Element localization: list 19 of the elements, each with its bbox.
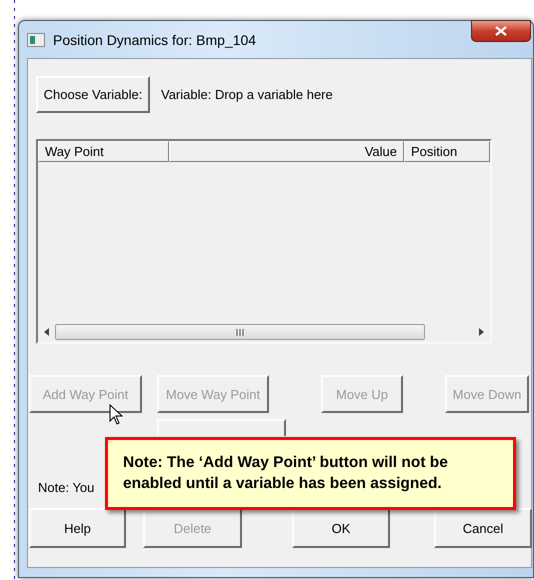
column-header[interactable]: Value [169,141,404,162]
dialog-button[interactable]: Cancel [434,508,532,548]
scrollbar-thumb[interactable] [55,324,425,340]
note-text: Note: You [38,480,94,495]
choose-variable-button[interactable]: Choose Variable: [36,76,150,113]
scroll-left-icon [44,328,49,336]
window-icon [27,32,45,46]
dialog-button[interactable]: Help [29,508,126,548]
scroll-right-icon [479,328,484,336]
column-header[interactable]: Position [404,141,490,162]
close-icon [495,26,507,36]
dialog-button[interactable]: OK [292,508,390,548]
variable-label: Variable: Drop a variable here [161,87,333,102]
note-tooltip: Note: The ‘Add Way Point’ button will not be enabled until a variable has been assigned. [105,437,516,510]
grip-icon [236,328,244,336]
cursor-icon [109,404,123,426]
window-title: Position Dynamics for: Bmp_104 [53,32,256,48]
close-button[interactable] [471,20,531,42]
column-header[interactable]: Way Point [38,141,169,162]
